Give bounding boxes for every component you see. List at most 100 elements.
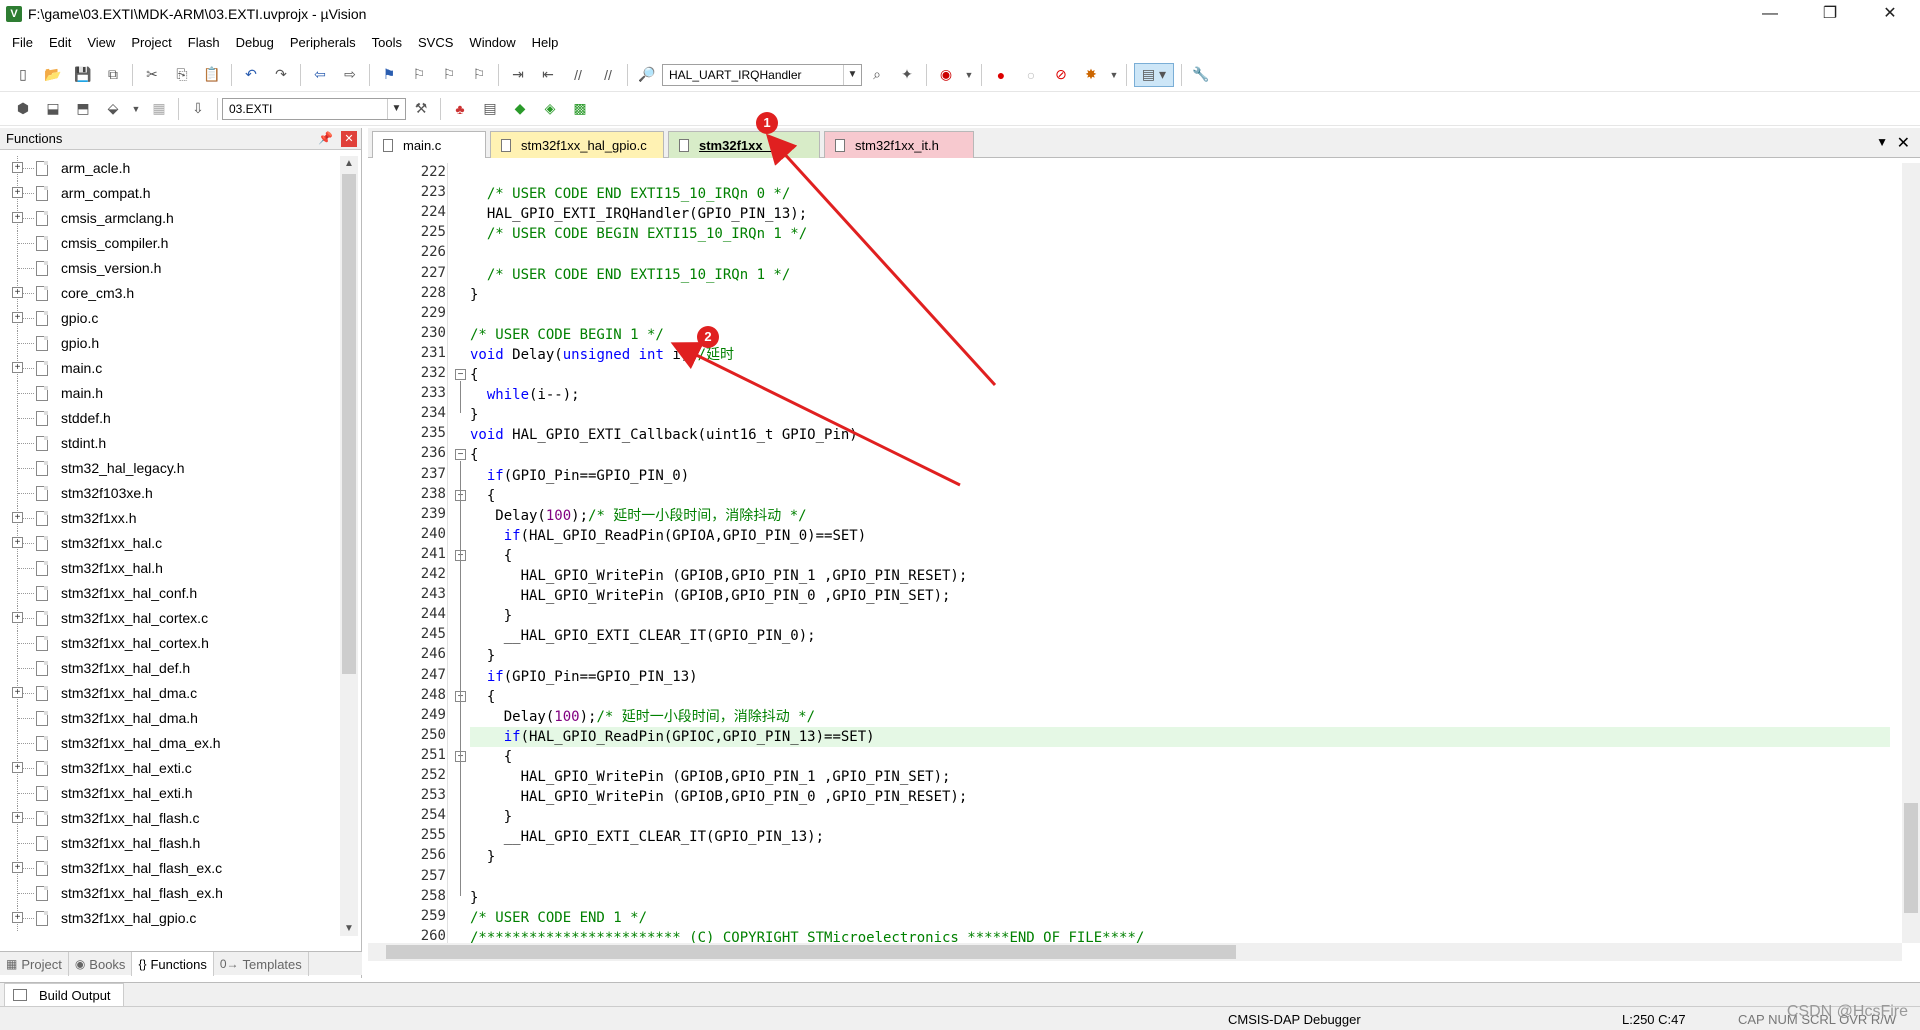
tree-item[interactable]: stm32f1xx_hal_dma.h <box>0 706 340 731</box>
indent-icon[interactable]: ⇥ <box>506 63 530 87</box>
menu-window[interactable]: Window <box>461 35 523 50</box>
code-line[interactable]: } <box>470 807 512 827</box>
tree-item[interactable]: + stm32f1xx_hal_dma.c <box>0 681 340 706</box>
expand-icon[interactable]: + <box>12 312 23 323</box>
expand-icon[interactable]: + <box>12 162 23 173</box>
kill-all-breakpoints-icon[interactable]: ✸ <box>1079 63 1103 87</box>
scroll-thumb[interactable] <box>386 945 1236 959</box>
editor-horizontal-scrollbar[interactable] <box>368 943 1902 961</box>
tree-item[interactable]: stm32f103xe.h <box>0 481 340 506</box>
disable-breakpoint-icon[interactable]: ○ <box>1019 63 1043 87</box>
open-file-icon[interactable]: 📂 <box>41 63 65 87</box>
tree-item[interactable]: stm32f1xx_hal_conf.h <box>0 581 340 606</box>
code-line[interactable]: } <box>470 646 495 666</box>
menu-help[interactable]: Help <box>524 35 567 50</box>
expand-icon[interactable]: + <box>12 212 23 223</box>
menu-svcs[interactable]: SVCS <box>410 35 461 50</box>
chevron-down-icon[interactable]: ▼ <box>131 97 141 121</box>
tree-item[interactable]: + arm_compat.h <box>0 181 340 206</box>
tab-books[interactable]: ◉ Books <box>69 952 133 976</box>
tree-item[interactable]: stm32_hal_legacy.h <box>0 456 340 481</box>
code-line[interactable]: { <box>470 747 512 767</box>
find-in-files-icon[interactable]: 🔎 <box>635 63 659 87</box>
scroll-thumb[interactable] <box>1904 803 1918 913</box>
code-line[interactable]: HAL_GPIO_EXTI_IRQHandler(GPIO_PIN_13); <box>470 204 807 224</box>
menu-tools[interactable]: Tools <box>364 35 410 50</box>
expand-icon[interactable]: + <box>12 187 23 198</box>
tree-item[interactable]: stm32f1xx_hal_cortex.h <box>0 631 340 656</box>
batch-build-icon[interactable]: ⬙ <box>101 97 125 121</box>
code-line[interactable]: } <box>470 847 495 867</box>
code-line[interactable]: /* USER CODE BEGIN 1 */ <box>470 325 664 345</box>
chevron-down-icon[interactable]: ▼ <box>964 63 974 87</box>
menu-debug[interactable]: Debug <box>228 35 282 50</box>
breakpoint-icon[interactable]: ● <box>989 63 1013 87</box>
code-line[interactable]: { <box>470 486 495 506</box>
code-line[interactable]: Delay(100);/* 延时一小段时间，消除抖动 */ <box>470 707 815 727</box>
rebuild-icon[interactable]: ⬒ <box>71 97 95 121</box>
save-icon[interactable]: 💾 <box>71 63 95 87</box>
code-line[interactable]: /* USER CODE END 1 */ <box>470 908 647 928</box>
close-button[interactable]: ✕ <box>1860 0 1920 28</box>
tree-item[interactable]: stm32f1xx_hal_def.h <box>0 656 340 681</box>
tab-project[interactable]: ▦ Project <box>0 952 69 976</box>
code-line[interactable]: } <box>470 606 512 626</box>
code-line[interactable]: Delay(100);/* 延时一小段时间，消除抖动 */ <box>470 506 806 526</box>
tree-item[interactable]: + stm32f1xx_hal_exti.c <box>0 756 340 781</box>
paste-icon[interactable]: 📋 <box>200 63 224 87</box>
code-line[interactable]: } <box>470 405 478 425</box>
code-line[interactable]: if(GPIO_Pin==GPIO_PIN_0) <box>470 466 689 486</box>
code-line[interactable]: /* USER CODE END EXTI15_10_IRQn 1 */ <box>470 265 790 285</box>
tab-stm32f1xx-it-h[interactable]: stm32f1xx_it.h <box>824 131 974 158</box>
minimize-button[interactable]: — <box>1740 0 1800 28</box>
download-icon[interactable]: ⇩ <box>186 97 210 121</box>
tree-item[interactable]: + gpio.c <box>0 306 340 331</box>
code-line[interactable]: } <box>470 888 478 908</box>
code-line[interactable]: { <box>470 445 478 465</box>
stm32cubemx-icon[interactable]: ▩ <box>568 97 592 121</box>
chevron-down-icon[interactable]: ▼ <box>387 98 405 119</box>
code-line[interactable]: /* USER CODE END EXTI15_10_IRQn 0 */ <box>470 184 790 204</box>
copy-icon[interactable]: ⎘ <box>170 63 194 87</box>
manage-rte-icon[interactable]: ◆ <box>508 97 532 121</box>
target-combo[interactable]: 03.EXTI ▼ <box>222 97 406 120</box>
bookmark-icon[interactable]: ⚑ <box>377 63 401 87</box>
uncomment-icon[interactable]: // <box>596 63 620 87</box>
code-line[interactable]: __HAL_GPIO_EXTI_CLEAR_IT(GPIO_PIN_0); <box>470 626 816 646</box>
undo-icon[interactable]: ↶ <box>239 63 263 87</box>
navigate-forward-icon[interactable]: ⇨ <box>338 63 362 87</box>
tab-main-c[interactable]: main.c <box>372 131 486 158</box>
translate-icon[interactable]: ⬢ <box>11 97 35 121</box>
debug-session-icon[interactable]: ◉ <box>934 63 958 87</box>
tab-functions[interactable]: {} Functions <box>132 952 214 976</box>
expand-icon[interactable]: + <box>12 612 23 623</box>
expand-icon[interactable]: + <box>12 512 23 523</box>
tab-stm32f1xx-it-c[interactable]: stm32f1xx_it.c <box>668 131 820 158</box>
tree-item[interactable]: + stm32f1xx.h <box>0 506 340 531</box>
menu-file[interactable]: File <box>4 35 41 50</box>
code-line[interactable]: { <box>470 365 478 385</box>
new-file-icon[interactable]: ▯ <box>11 63 35 87</box>
tree-item[interactable]: stm32f1xx_hal.h <box>0 556 340 581</box>
code-line[interactable]: if(HAL_GPIO_ReadPin(GPIOC,GPIO_PIN_13)==… <box>470 727 875 747</box>
window-layout-icon[interactable]: ▤ ▾ <box>1134 62 1174 87</box>
functions-scrollbar[interactable]: ▲ ▼ <box>340 156 358 936</box>
code-line[interactable]: HAL_GPIO_WritePin (GPIOB,GPIO_PIN_0 ,GPI… <box>470 586 951 606</box>
build-output-tab[interactable]: Build Output <box>4 983 124 1007</box>
expand-icon[interactable]: + <box>12 812 23 823</box>
tab-stm32f1xx-hal-gpio-c[interactable]: stm32f1xx_hal_gpio.c <box>490 131 664 158</box>
target-options-icon[interactable]: ⚒ <box>409 97 433 121</box>
tree-item[interactable]: stm32f1xx_hal_flash_ex.h <box>0 881 340 906</box>
close-icon[interactable]: ✕ <box>341 131 357 147</box>
configure-icon[interactable]: 🔧 <box>1189 63 1213 87</box>
scroll-up-icon[interactable]: ▲ <box>344 158 354 169</box>
code-line[interactable]: { <box>470 546 512 566</box>
pin-icon[interactable]: 📌 <box>318 131 333 145</box>
tree-item[interactable]: stddef.h <box>0 406 340 431</box>
scroll-thumb[interactable] <box>342 174 356 674</box>
next-bookmark-icon[interactable]: ⚐ <box>437 63 461 87</box>
clear-bookmarks-icon[interactable]: ⚐ <box>467 63 491 87</box>
unindent-icon[interactable]: ⇤ <box>536 63 560 87</box>
cut-icon[interactable]: ✂ <box>140 63 164 87</box>
prev-bookmark-icon[interactable]: ⚐ <box>407 63 431 87</box>
